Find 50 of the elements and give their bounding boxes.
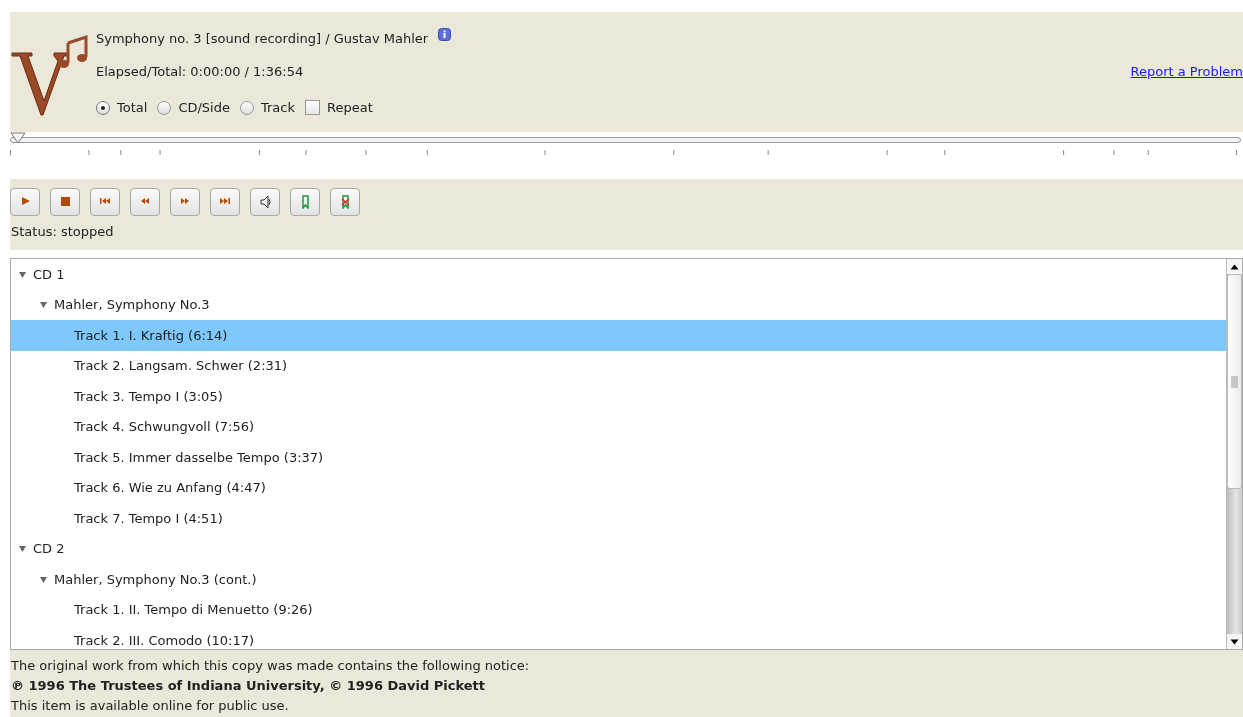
- tree-item[interactable]: Track 7. Tempo I (4:51): [11, 503, 1226, 534]
- tree-item[interactable]: CD 1: [11, 259, 1226, 290]
- speaker-icon: [258, 195, 272, 209]
- radio-button[interactable]: [157, 100, 172, 115]
- stop-button[interactable]: [50, 188, 80, 216]
- tree-item[interactable]: CD 2: [11, 533, 1226, 564]
- tree-item[interactable]: Mahler, Symphony No.3: [11, 289, 1226, 320]
- speaker-button[interactable]: [250, 188, 280, 216]
- notice-text: The original work from which this copy was made contains the following notice:: [11, 657, 531, 675]
- rewind-button[interactable]: [130, 188, 160, 216]
- radio-button[interactable]: [96, 100, 110, 115]
- bookmark-button[interactable]: [290, 188, 320, 216]
- recording-title: Symphony no. 3 [sound recording] / Gustav Mahler: [96, 31, 429, 46]
- bookmark-remove-button[interactable]: [330, 188, 360, 216]
- radio-label: Total: [117, 100, 148, 115]
- report-link[interactable]: Report a Problem: [1130, 64, 1243, 100]
- tree-item[interactable]: Track 1. I. Kraftig (6:14): [11, 320, 1226, 351]
- tree-item[interactable]: Track 2. III. Comodo (10:17): [11, 625, 1226, 649]
- radio-label: CD/Side: [178, 100, 230, 115]
- checkbox[interactable]: [305, 100, 320, 115]
- tree-item[interactable]: Track 3. Tempo I (3:05): [11, 381, 1226, 412]
- stop-icon: [58, 195, 72, 209]
- elapsed-time: Elapsed/Total: 0:00:00 / 1:36:54: [96, 64, 304, 81]
- tree-item[interactable]: Track 6. Wie zu Anfang (4:47): [11, 472, 1226, 503]
- tree-item[interactable]: Track 5. Immer dasselbe Tempo (3:37): [11, 442, 1226, 473]
- fast-forward-button[interactable]: [170, 188, 200, 216]
- grip-icon: [1231, 375, 1238, 388]
- checkbox-label: Repeat: [327, 100, 373, 115]
- scrollbar-thumb[interactable]: [1227, 274, 1242, 489]
- radio-button[interactable]: [239, 100, 254, 115]
- expanded-triangle-icon[interactable]: [39, 574, 48, 584]
- tree-item[interactable]: Track 4. Schwungvoll (7:56): [11, 411, 1226, 442]
- skip-back-button[interactable]: [90, 188, 120, 216]
- copyright-notice: ℗ 1996 The Trustees of Indiana University, © 1996 David Pickett: [11, 677, 487, 695]
- skip-forward-button[interactable]: [210, 188, 240, 216]
- up-arrow-icon: [1230, 263, 1239, 270]
- tree-item[interactable]: Mahler, Symphony No.3 (cont.): [11, 564, 1226, 595]
- status-text: Status: stopped: [10, 224, 115, 239]
- tree-item[interactable]: Track 1. II. Tempo di Menuetto (9:26): [11, 594, 1226, 625]
- play-button[interactable]: [10, 188, 40, 216]
- scrollbar[interactable]: [1226, 259, 1242, 649]
- down-arrow-icon: [1230, 638, 1239, 645]
- position-slider[interactable]: [10, 132, 1241, 145]
- tree-item[interactable]: Track 2. Langsam. Schwer (2:31): [11, 350, 1226, 381]
- radio-label: Track: [260, 100, 295, 115]
- expanded-triangle-icon[interactable]: [18, 269, 27, 279]
- expanded-triangle-icon[interactable]: [18, 544, 27, 554]
- availability-text: This item is available online for public use.: [11, 697, 290, 715]
- info-icon[interactable]: [438, 28, 452, 41]
- expanded-triangle-icon[interactable]: [39, 300, 48, 310]
